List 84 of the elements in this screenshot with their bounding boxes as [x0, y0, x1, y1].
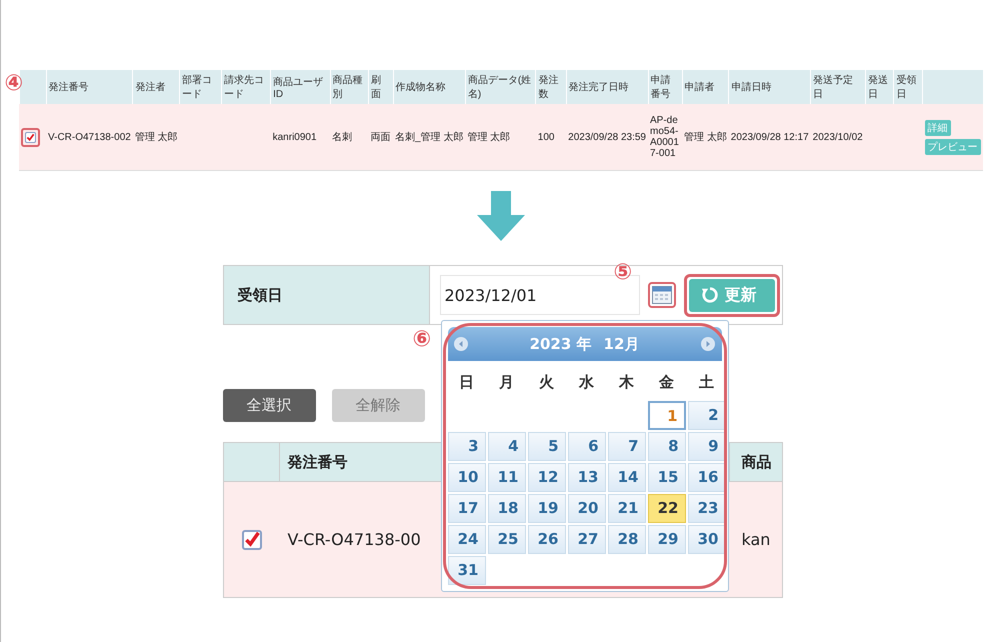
column-header: 発注番号	[286, 452, 348, 472]
calendar-day[interactable]: 4	[488, 432, 526, 461]
column-header: 部署コード	[180, 70, 222, 104]
table-cell: 名刺_管理 太郎	[395, 132, 464, 143]
step-number-label: ⑥	[412, 329, 432, 351]
calendar-day[interactable]: 26	[528, 525, 566, 554]
form-label: 受領日	[224, 266, 430, 324]
previous-month-icon[interactable]	[454, 337, 468, 351]
table-cell: 管理 太郎	[134, 132, 178, 143]
weekday-label: 月	[498, 372, 515, 392]
column-header: 申請日時	[728, 70, 811, 104]
calendar-day[interactable]: 13	[568, 463, 606, 492]
table-cell-text: kan	[740, 529, 772, 551]
down-arrow-icon	[476, 191, 524, 241]
weekday-label: 水	[578, 372, 595, 392]
calendar-day[interactable]: 3	[448, 432, 486, 461]
table-cell: 管理 太郎	[467, 132, 510, 143]
column-header: 申請番号	[648, 70, 682, 104]
calendar-day[interactable]: 2	[688, 401, 726, 430]
weekday-label: 火	[538, 372, 555, 392]
table-cell: 両面	[370, 132, 390, 143]
calendar-day[interactable]: 24	[448, 525, 486, 554]
calendar-day[interactable]: 16	[688, 463, 726, 492]
column-header: 請求先コード	[222, 70, 271, 104]
calendar-day[interactable]: 23	[688, 494, 726, 523]
table-cell-text: V-CR-O47138-00	[286, 529, 422, 551]
calendar-day[interactable]: 28	[608, 525, 646, 554]
calendar-day[interactable]: 30	[688, 525, 726, 554]
column-header: 発注番号	[46, 70, 133, 104]
calendar-day[interactable]: 21	[608, 494, 646, 523]
calendar-day[interactable]: 25	[488, 525, 526, 554]
calendar-day[interactable]: 8	[648, 432, 686, 461]
column-header: 受領日	[894, 70, 922, 104]
calendar-day[interactable]: 14	[608, 463, 646, 492]
column-header: 申請者	[682, 70, 729, 104]
calendar-day[interactable]: 11	[488, 463, 526, 492]
calendar-year: 2023 年	[530, 334, 592, 354]
column-header: 刷面	[368, 70, 393, 104]
calendar-day[interactable]: 9	[688, 432, 726, 461]
calendar-day[interactable]: 10	[448, 463, 486, 492]
calendar-day[interactable]: 1	[648, 401, 686, 430]
weekday-label: 金	[658, 372, 675, 392]
calendar-icon[interactable]	[652, 286, 672, 304]
column-header: 商品ユーザID	[270, 70, 330, 104]
column-header: 発注完了日時	[566, 70, 648, 104]
weekday-label: 木	[618, 372, 635, 392]
calendar-day[interactable]: 19	[528, 494, 566, 523]
column-header: 発注者	[132, 70, 180, 104]
table-cell: 名刺	[332, 132, 352, 143]
calendar-day[interactable]: 27	[568, 525, 606, 554]
weekday-label: 日	[458, 372, 475, 392]
table-cell: V-CR-O47138-002	[48, 132, 131, 142]
refresh-icon	[700, 286, 718, 304]
calendar-day[interactable]: 7	[608, 432, 646, 461]
table-cell: kanri0901	[272, 132, 317, 142]
calendar-month: 12月	[604, 334, 640, 354]
row-checkbox[interactable]	[242, 530, 262, 550]
next-month-icon[interactable]	[701, 337, 716, 351]
step-number-label: ④	[4, 72, 24, 94]
table-cell: AP-demo54-A00017-001	[650, 115, 679, 159]
calendar-day[interactable]: 12	[528, 463, 566, 492]
column-header: 商品データ(姓名)	[465, 70, 536, 104]
calendar-day[interactable]: 18	[488, 494, 526, 523]
table-cell: 2023/10/02	[812, 132, 863, 142]
row-checkbox[interactable]	[25, 132, 36, 142]
calendar-day[interactable]: 20	[568, 494, 606, 523]
table-cell: 管理 太郎	[684, 132, 727, 143]
calendar-day[interactable]: 22	[648, 494, 686, 523]
calendar-day[interactable]: 29	[648, 525, 686, 554]
table-cell: 2023/09/28 12:17	[730, 132, 809, 142]
table-cell: 100	[538, 132, 554, 142]
calendar-day[interactable]: 17	[448, 494, 486, 523]
column-header: 発注数	[536, 70, 566, 104]
column-header: 商品種別	[330, 70, 368, 104]
column-header: 作成物名称	[393, 70, 466, 104]
column-header: 発送予定日	[810, 70, 866, 104]
calendar-day[interactable]: 15	[648, 463, 686, 492]
weekday-label: 土	[698, 372, 715, 392]
calendar-day[interactable]: 31	[448, 556, 486, 585]
calendar-day[interactable]: 6	[568, 432, 606, 461]
table-cell: 2023/09/28 23:59	[568, 132, 646, 142]
column-header: 発送日	[865, 70, 894, 104]
selection-button[interactable]: 全選択	[222, 389, 316, 422]
calendar-day[interactable]: 5	[528, 432, 566, 461]
